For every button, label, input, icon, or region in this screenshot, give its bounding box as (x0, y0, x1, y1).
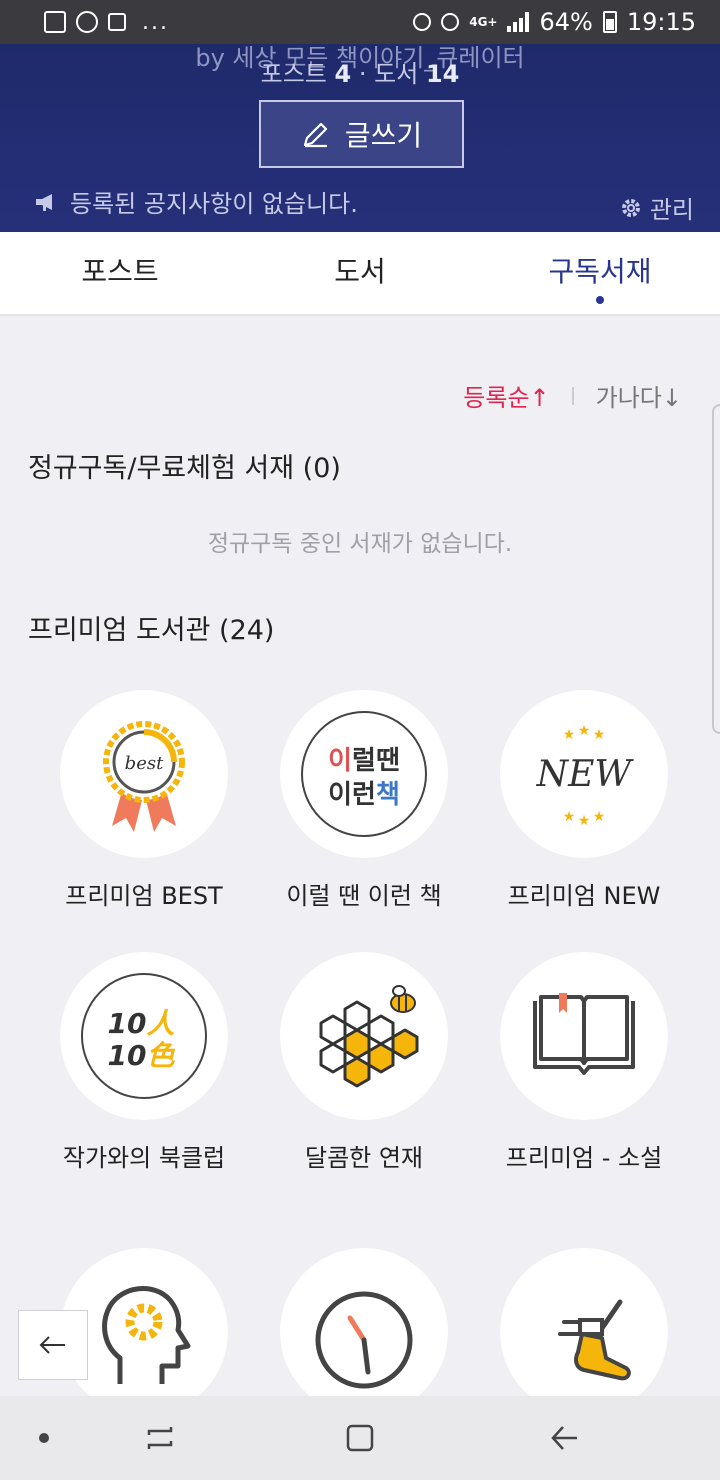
recent-apps-button[interactable] (130, 1396, 190, 1480)
tab-posts[interactable]: 포스트 (0, 232, 240, 314)
status-left: ... (44, 10, 413, 35)
dot-icon (39, 1433, 49, 1443)
svg-text:★: ★ (593, 809, 606, 825)
ten-people-icon: 10人 10色 (60, 952, 228, 1120)
svg-text:10人: 10人 (108, 1007, 175, 1040)
svg-text:10色: 10色 (108, 1039, 176, 1072)
header-stats: 포스트 4 · 도서 14 (0, 54, 720, 89)
alarm-icon (441, 13, 460, 31)
color-char: 色 (146, 1039, 175, 1072)
best-icon-text: best (125, 753, 164, 774)
gallery-notification-icon (44, 11, 66, 33)
ten-text-1: 10 (108, 1007, 147, 1040)
home-icon (346, 1424, 374, 1452)
battery-icon (602, 11, 617, 33)
logo-text-line1: 럴땐 (352, 746, 400, 776)
active-tab-indicator (596, 296, 604, 304)
library-premium-new[interactable]: ★ ★ ★ NEW ★ ★ ★ 프리미엄 NEW (474, 690, 694, 914)
library-label: 프리미엄 NEW (507, 882, 661, 910)
library-this-book-for-that-time[interactable]: 이럴땐 이런책 이럴 땐 이런 책 (254, 690, 474, 914)
new-icon-text: NEW (536, 754, 635, 795)
tab-books[interactable]: 도서 (240, 232, 480, 314)
tab-subscribed-library[interactable]: 구독서재 (480, 232, 720, 314)
battery-percent: 64% (539, 8, 593, 36)
svg-text:★: ★ (563, 809, 576, 825)
nav-dot-button[interactable] (24, 1396, 64, 1480)
svg-text:★: ★ (563, 727, 576, 743)
best-ribbon-icon: best (60, 690, 228, 858)
sort-by-registration[interactable]: 등록순↑ (463, 378, 549, 413)
clock-time: 19:15 (626, 8, 696, 36)
manage-label: 관리 (649, 196, 694, 224)
more-notifications: ... (142, 9, 169, 35)
text-logo-icon: 이럴땐 이런책 (280, 690, 448, 858)
gear-icon (621, 198, 640, 217)
mute-icon (413, 13, 432, 31)
svg-text:이런책: 이런책 (328, 780, 400, 810)
library-premium-novel[interactable]: 프리미엄 - 소설 (474, 952, 694, 1176)
arrow-left-icon (39, 1336, 65, 1354)
open-book-icon (500, 952, 668, 1120)
books-count: 14 (425, 60, 460, 88)
library-label: 프리미엄 BEST (65, 882, 223, 910)
notice-bar: 등록된 공지사항이 없습니다. (34, 184, 358, 219)
system-navigation-bar (0, 1396, 720, 1480)
tab-books-label: 도서 (334, 255, 386, 288)
library-label: 프리미엄 - 소설 (505, 1144, 663, 1172)
floating-back-button[interactable] (18, 1310, 88, 1380)
status-right: 4G+ 64% 19:15 (413, 8, 696, 36)
premium-section-title: 프리미엄 도서관 (24) (28, 615, 275, 646)
home-button[interactable] (330, 1396, 390, 1480)
pencil-icon (303, 122, 327, 148)
signal-icon (507, 12, 530, 32)
svg-text:★: ★ (593, 727, 606, 743)
books-label: 도서 (374, 60, 419, 88)
library-label: 작가와의 북클럽 (62, 1144, 226, 1172)
scrollbar-thumb[interactable] (712, 404, 720, 734)
write-button[interactable]: 글쓰기 (259, 100, 464, 168)
back-button[interactable] (534, 1396, 594, 1480)
sort-options: 등록순↑ 가나다↓ (463, 378, 682, 413)
sort-divider (571, 386, 574, 405)
tab-bar: 포스트 도서 구독서재 (0, 232, 720, 316)
logo-char-red: 이 (328, 746, 352, 776)
ten-text-2: 10 (108, 1039, 147, 1072)
manage-button[interactable]: 관리 (620, 190, 694, 225)
feather-notification-icon (108, 13, 126, 31)
library-label: 이럴 땐 이런 책 (286, 882, 442, 910)
megaphone-icon (36, 193, 52, 211)
recent-apps-icon (147, 1427, 173, 1449)
stats-separator: · (358, 60, 367, 88)
tab-posts-label: 포스트 (81, 255, 159, 288)
library-premium-best[interactable]: best 프리미엄 BEST (34, 690, 254, 914)
svg-text:★: ★ (578, 723, 591, 739)
talk-notification-icon (76, 11, 98, 33)
new-stars-icon: ★ ★ ★ NEW ★ ★ ★ (500, 690, 668, 858)
write-label: 글쓰기 (344, 119, 423, 152)
blog-header: by 세상 모든 책이야기_큐레이터 포스트 4 · 도서 14 글쓰기 등록된… (0, 44, 720, 232)
people-char: 人 (146, 1007, 174, 1040)
subscription-section-title: 정규구독/무료체험 서재 (0) (28, 453, 341, 484)
running-shoe-icon (500, 1248, 668, 1416)
honeycomb-bee-icon (280, 952, 448, 1120)
posts-label: 포스트 (260, 60, 327, 88)
library-sweet-serial[interactable]: 달콤한 연재 (254, 952, 474, 1176)
logo-text-line2: 이런 (328, 780, 376, 810)
svg-text:이럴땐: 이럴땐 (328, 746, 400, 776)
posts-count: 4 (334, 60, 352, 88)
notice-text: 등록된 공지사항이 없습니다. (70, 190, 358, 218)
logo-char-blue: 책 (376, 780, 400, 810)
clock-icon (280, 1248, 448, 1416)
back-icon (551, 1426, 577, 1450)
library-author-bookclub[interactable]: 10人 10色 작가와의 북클럽 (34, 952, 254, 1176)
tab-subscribed-label: 구독서재 (548, 255, 652, 288)
svg-text:★: ★ (578, 813, 591, 829)
sort-alphabetical[interactable]: 가나다↓ (596, 378, 682, 413)
subscription-empty-message: 정규구독 중인 서재가 없습니다. (207, 531, 513, 557)
library-label: 달콤한 연재 (304, 1144, 424, 1172)
network-type: 4G+ (469, 15, 498, 29)
